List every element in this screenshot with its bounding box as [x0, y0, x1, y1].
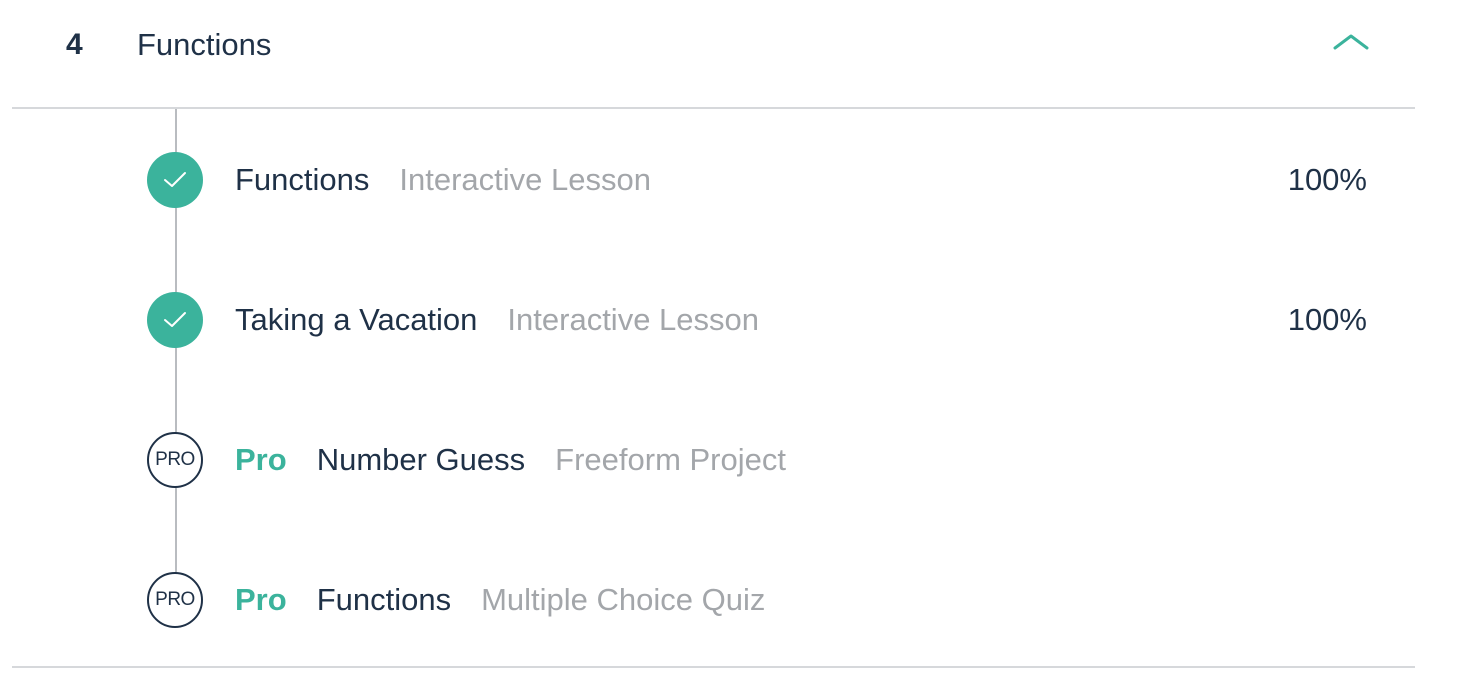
lesson-type: Interactive Lesson	[507, 302, 760, 337]
lesson-progress: 100%	[1287, 302, 1367, 337]
lesson-type: Freeform Project	[555, 442, 786, 477]
pro-label: Pro	[235, 442, 287, 477]
pro-badge-icon: PRO	[147, 432, 203, 488]
lesson-name: Functions	[316, 582, 452, 617]
lesson-type: Multiple Choice Quiz	[481, 582, 766, 617]
lesson-text: Pro Number Guess Freeform Project	[235, 440, 786, 480]
module-number: 4	[66, 28, 83, 61]
lesson-text: Functions Interactive Lesson	[235, 160, 651, 200]
check-icon	[147, 292, 203, 348]
check-icon	[147, 152, 203, 208]
pro-label: Pro	[235, 582, 287, 617]
lesson-name: Number Guess	[316, 442, 526, 477]
lesson-progress: 100%	[1287, 162, 1367, 197]
lesson-name: Functions	[235, 162, 370, 197]
lesson-item[interactable]: PRO Pro Number Guess Freeform Project	[12, 430, 1415, 490]
divider	[12, 666, 1415, 668]
lesson-type: Interactive Lesson	[399, 162, 651, 197]
module-header[interactable]: 4 Functions	[12, 0, 1415, 109]
lesson-item[interactable]: Taking a Vacation Interactive Lesson 100%	[12, 290, 1415, 350]
lesson-item[interactable]: Functions Interactive Lesson 100%	[12, 150, 1415, 210]
lesson-name: Taking a Vacation	[235, 302, 478, 337]
lesson-text: Pro Functions Multiple Choice Quiz	[235, 580, 765, 620]
module-title: Functions	[137, 27, 272, 62]
lesson-item[interactable]: PRO Pro Functions Multiple Choice Quiz	[12, 570, 1415, 630]
chevron-up-icon[interactable]	[1332, 28, 1370, 54]
lesson-text: Taking a Vacation Interactive Lesson	[235, 300, 759, 340]
module-section: 4 Functions Functions Interactive Lesson …	[12, 0, 1415, 668]
pro-badge-icon: PRO	[147, 572, 203, 628]
